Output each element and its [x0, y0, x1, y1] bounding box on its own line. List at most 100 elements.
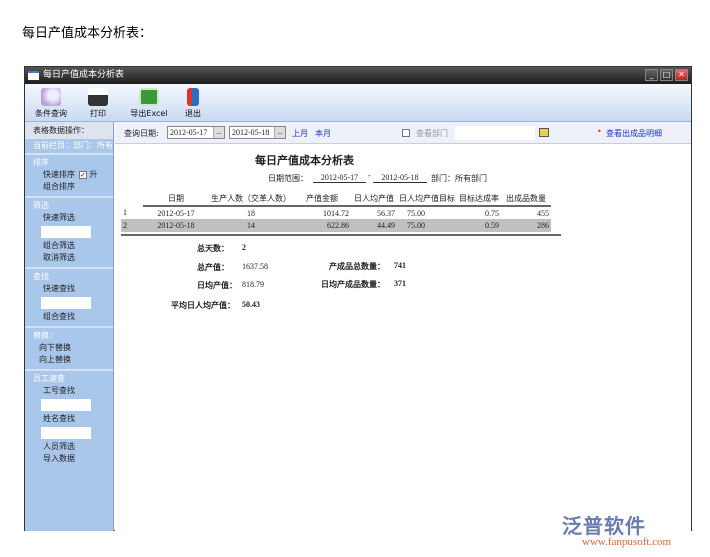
find-by-name[interactable]: 姓名查找 [25, 413, 113, 425]
cell-qty: 286 [501, 219, 551, 232]
view-dept-label: 查看部门 [416, 129, 448, 138]
date-from-picker[interactable]: ... [213, 127, 224, 138]
quick-sort[interactable]: 快速排序 [43, 170, 75, 179]
avg-qty-value: 371 [394, 279, 406, 288]
window-icon [28, 71, 39, 80]
cell-qty: 455 [537, 208, 549, 218]
table-row[interactable]: 2 2012-05-18 14 622.86 44.49 75.00 0.59 … [121, 219, 551, 232]
asc-checkbox[interactable]: ✓ [79, 170, 87, 179]
quick-filter[interactable]: 快速筛选 [25, 212, 113, 224]
minimize-button[interactable]: _ [645, 69, 658, 81]
staff-title: 员工速查 [33, 374, 65, 383]
total-value: 1637.58 [242, 262, 268, 271]
find-by-id[interactable]: 工号查找 [25, 385, 113, 397]
id-input[interactable] [41, 399, 91, 411]
row-number: 2 [121, 219, 143, 232]
combo-sort[interactable]: 组合排序 [25, 181, 113, 193]
find-title: 查找 [33, 272, 49, 281]
panel-header: 表格数据操作： [25, 122, 113, 139]
col-avg-target: 日人均产值目标 [397, 192, 457, 207]
avg-qty-label: 日均产成品数量： [321, 280, 385, 289]
scrollbar[interactable] [683, 144, 691, 531]
close-button[interactable]: ✕ [675, 69, 688, 81]
col-qty: 出成品数量 [501, 192, 551, 207]
main-area: 查询日期: 2012-05-17... 2012-05-18... 上月 本月 … [115, 122, 691, 531]
last-month-link[interactable]: 上月 [292, 128, 308, 139]
range-dash: - [368, 171, 371, 180]
dept-label: 部门：所有部门 [431, 174, 487, 183]
dept-input[interactable] [455, 126, 535, 140]
find-section: 查找 快速查找 组合查找 [25, 267, 113, 326]
page-caption: 每日产值成本分析表： [22, 26, 153, 41]
print-button[interactable]: 打印 [83, 86, 113, 120]
name-input[interactable] [41, 427, 91, 439]
staff-section: 员工速查 工号查找 姓名查找 人员筛选 导入数据 [25, 369, 113, 468]
col-workers: 生产人数（交革人数） [209, 192, 293, 207]
filter-title: 筛选 [33, 201, 49, 210]
col-date: 日期 [143, 192, 209, 207]
cell-date: 2012-05-18 [143, 219, 209, 232]
import-data[interactable]: 导入数据 [25, 453, 113, 465]
printer-icon [88, 88, 108, 106]
maximize-button[interactable]: □ [660, 69, 673, 81]
avg-label: 日均产值： [197, 281, 237, 290]
sort-title: 排序 [33, 158, 49, 167]
search-icon [41, 88, 61, 106]
table-row[interactable]: 1 2012-05-17 18 1014.72 56.37 75.00 0.75… [121, 206, 551, 219]
qty-value: 741 [394, 261, 406, 270]
view-product-detail-link[interactable]: 查看出成品明细 [606, 128, 662, 139]
replace-up[interactable]: 向上替换 [25, 354, 113, 366]
toolbar: 条件查询 打印 导出Excel 退出 [25, 84, 691, 122]
excel-icon [139, 88, 159, 106]
search-button[interactable]: 条件查询 [33, 86, 69, 120]
bullet-icon: • [597, 127, 602, 136]
row-number: 1 [123, 208, 127, 217]
report-table: 日期 生产人数（交革人数） 产值金额 日人均产值 日人均产值目标 目标达成率 出… [121, 192, 551, 232]
view-dept-checkbox[interactable] [402, 129, 410, 137]
date-to-picker[interactable]: ... [274, 127, 285, 138]
days-label: 总天数： [197, 244, 229, 253]
date-to-input[interactable]: 2012-05-18... [229, 126, 286, 139]
cell-avg-output: 56.37 [377, 208, 395, 218]
watermark-url: www.fanpusoft.com [582, 536, 672, 548]
table-bottom-rule [121, 234, 561, 236]
print-label: 打印 [90, 109, 106, 118]
quick-find[interactable]: 快速查找 [25, 283, 113, 295]
this-month-link[interactable]: 本月 [315, 128, 331, 139]
exit-icon [187, 88, 199, 106]
cell-avg-output: 44.49 [351, 219, 397, 232]
side-panel: 表格数据操作： 当前栏目：部门：所有部门 排序 快速排序 ✓ 升 组合排序 筛选 … [25, 122, 114, 531]
export-label: 导出Excel [130, 109, 168, 118]
cell-rate: 0.75 [485, 208, 499, 218]
folder-icon[interactable] [539, 128, 549, 137]
cell-avg-target: 75.00 [397, 219, 457, 232]
range-from: 2012-05-17 [313, 173, 366, 183]
total-label: 总产值： [197, 263, 229, 272]
cell-output: 1014.72 [323, 208, 349, 218]
quick-filter-input[interactable] [41, 226, 91, 238]
replace-down[interactable]: 向下替换 [25, 342, 113, 354]
replace-section: 替换： 向下替换 向上替换 [25, 326, 113, 369]
report-title: 每日产值成本分析表 [255, 154, 354, 167]
app-window: 每日产值成本分析表 _ □ ✕ 条件查询 打印 导出Excel 退出 表格数据操… [24, 66, 692, 531]
avg-value: 818.79 [242, 280, 264, 289]
per-label: 平均日人均产值： [171, 301, 235, 310]
date-from-input[interactable]: 2012-05-17... [167, 126, 225, 139]
cancel-filter[interactable]: 取消筛选 [25, 252, 113, 264]
current-column: 当前栏目：部门：所有部门 [33, 141, 113, 150]
watermark-logo: 泛普软件 [562, 514, 646, 538]
title-bar: 每日产值成本分析表 _ □ ✕ [25, 67, 691, 84]
combo-filter[interactable]: 组合筛选 [25, 240, 113, 252]
combo-find[interactable]: 组合查找 [25, 311, 113, 323]
per-value: 50.43 [242, 300, 260, 309]
staff-filter[interactable]: 人员筛选 [25, 441, 113, 453]
search-label: 条件查询 [35, 109, 67, 118]
cell-rate: 0.59 [457, 219, 501, 232]
qty-label: 产成品总数量： [329, 262, 385, 271]
export-excel-button[interactable]: 导出Excel [129, 86, 169, 120]
cell-workers: 14 [209, 219, 293, 232]
asc-label: 升 [89, 170, 98, 179]
exit-button[interactable]: 退出 [180, 86, 206, 120]
window-title: 每日产值成本分析表 [43, 70, 125, 80]
quick-find-input[interactable] [41, 297, 91, 309]
